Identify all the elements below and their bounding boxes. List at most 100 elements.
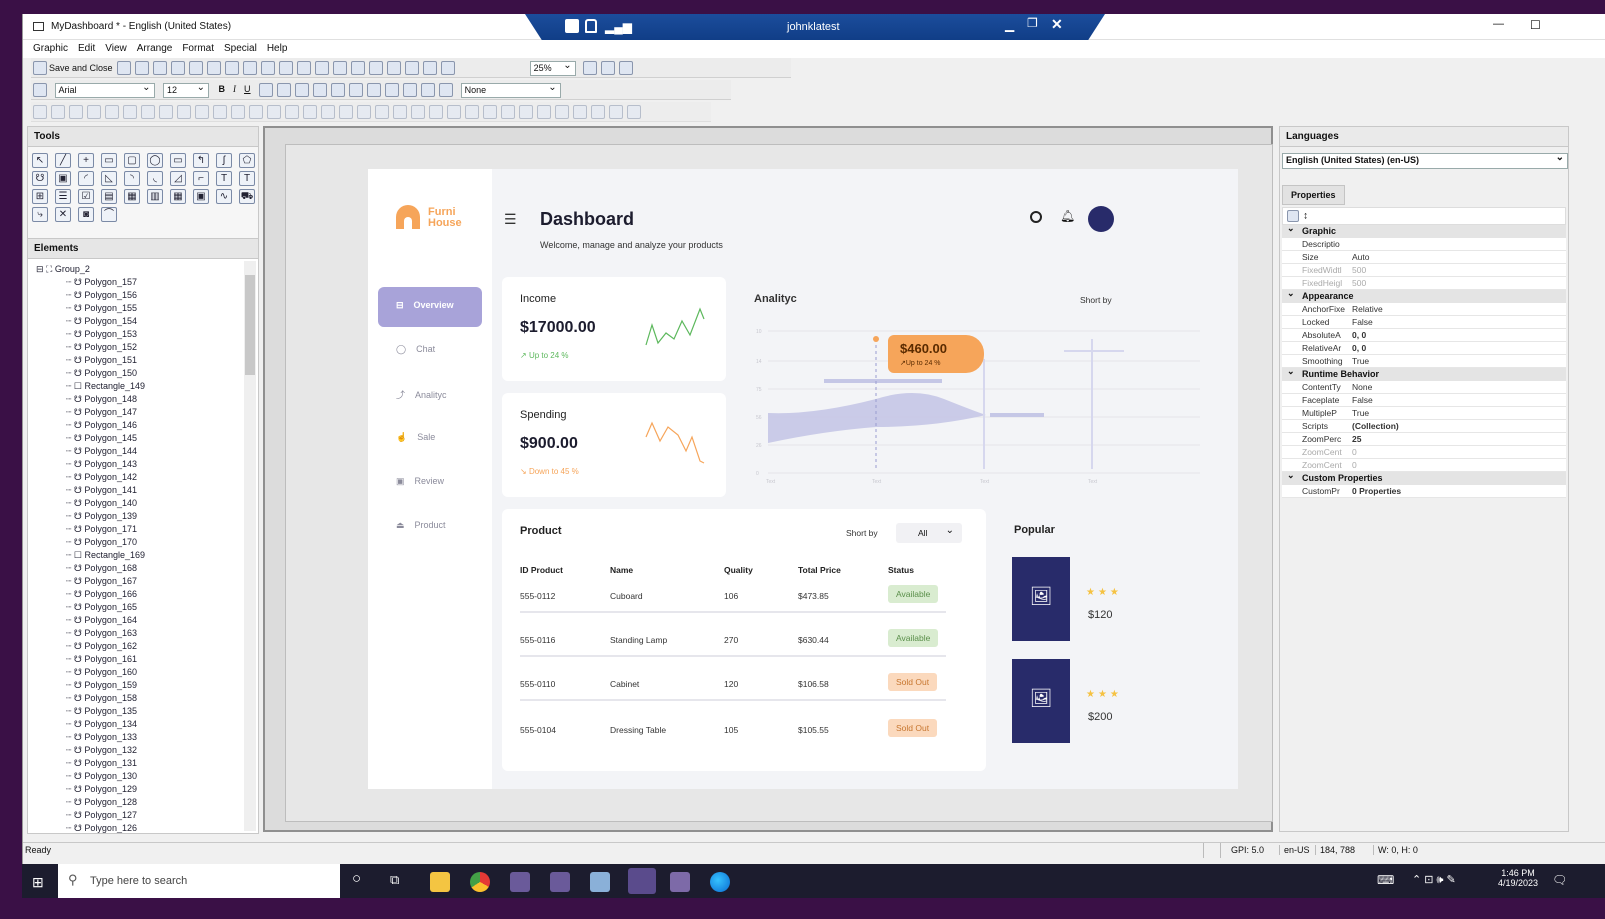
property-row[interactable]: Scripts (Collection) xyxy=(1282,420,1566,433)
categorized-icon[interactable] xyxy=(1287,210,1299,222)
tree-item[interactable]: ┈ ☋ Polygon_141 xyxy=(66,484,258,497)
tree-item[interactable]: ┈ ☋ Polygon_147 xyxy=(66,406,258,419)
file-explorer-icon[interactable] xyxy=(430,872,450,892)
export-icon[interactable] xyxy=(171,61,186,75)
align-icon[interactable] xyxy=(351,61,366,75)
hamburger-icon[interactable]: ☰ xyxy=(504,211,517,228)
analytic-sort[interactable]: Short by xyxy=(1080,295,1112,305)
line-end-icon[interactable] xyxy=(403,83,418,97)
tree-item[interactable]: ┈ ☋ Polygon_139 xyxy=(66,510,258,523)
remote-session-bar[interactable]: ▂▄▆ johnklatest ▁ ❐ ✕ xyxy=(525,14,1105,41)
nav-overview[interactable]: ⊟ Overview xyxy=(378,287,482,327)
tree-item[interactable]: ┈ ☋ Polygon_140 xyxy=(66,497,258,510)
border-icon[interactable] xyxy=(295,83,310,97)
tree-item[interactable]: ┈ ☋ Polygon_170 xyxy=(66,536,258,549)
chrome-icon[interactable] xyxy=(470,872,490,892)
table-row[interactable]: 555-0112 Cuboard 106 $473.85 Available xyxy=(502,585,986,615)
line-color-icon[interactable] xyxy=(313,83,328,97)
property-row[interactable]: ContentTy None xyxy=(1282,381,1566,394)
tree-item[interactable]: ┈ ☋ Polygon_131 xyxy=(66,757,258,770)
menu-special[interactable]: Special xyxy=(224,43,257,54)
property-row[interactable]: ZoomCent 0 xyxy=(1282,446,1566,459)
minimize-button[interactable]: — xyxy=(1493,18,1504,30)
textbox-tool-icon[interactable]: T xyxy=(239,171,255,186)
tree-item[interactable]: ┈ ☋ Polygon_148 xyxy=(66,393,258,406)
tree-item[interactable]: ┈ ☋ Polygon_135 xyxy=(66,705,258,718)
menu-view[interactable]: View xyxy=(105,43,127,54)
italic-button[interactable]: I xyxy=(233,84,236,94)
property-row[interactable]: Locked False xyxy=(1282,316,1566,329)
table-row[interactable]: 555-0104 Dressing Table 105 $105.55 Sold Out xyxy=(502,719,986,749)
property-category[interactable]: Appearance xyxy=(1282,287,1566,303)
menu-format[interactable]: Format xyxy=(182,43,214,54)
sort-alpha-icon[interactable]: ↕ xyxy=(1303,210,1308,221)
property-category[interactable]: Runtime Behavior xyxy=(1282,365,1566,381)
tree-item[interactable]: ┈ ☋ Polygon_152 xyxy=(66,341,258,354)
wand-icon[interactable] xyxy=(439,83,454,97)
tree-item[interactable]: ┈ ☋ Polygon_158 xyxy=(66,692,258,705)
image-tool-icon[interactable]: ▣ xyxy=(55,171,71,186)
rectangle-tool-icon[interactable]: ▭ xyxy=(101,153,117,168)
curve-tool-icon[interactable]: ʃ xyxy=(216,153,232,168)
keyboard-icon[interactable]: ⌨ xyxy=(1377,873,1394,887)
property-row[interactable]: Descriptio xyxy=(1282,238,1566,251)
undo-icon[interactable] xyxy=(207,61,222,75)
maximize-button[interactable]: ☐ xyxy=(1530,18,1541,32)
tree-item[interactable]: ┈ ☋ Polygon_134 xyxy=(66,718,258,731)
tree-item[interactable]: ┈ ☋ Polygon_161 xyxy=(66,653,258,666)
property-row[interactable]: Size Auto xyxy=(1282,251,1566,264)
tree-item[interactable]: ┈ ☋ Polygon_155 xyxy=(66,302,258,315)
tree-item[interactable]: ┈ ☋ Polygon_166 xyxy=(66,588,258,601)
menu-edit[interactable]: Edit xyxy=(78,43,95,54)
font-size-select[interactable]: 12 xyxy=(163,82,210,98)
redo-icon[interactable] xyxy=(225,61,240,75)
display-tool-icon[interactable]: ▤ xyxy=(101,189,117,204)
polyline-tool-icon[interactable]: ↰ xyxy=(193,153,209,168)
app-icon-2[interactable] xyxy=(550,872,570,892)
hand-icon[interactable] xyxy=(601,61,616,75)
tree-item[interactable]: ┈ ☋ Polygon_162 xyxy=(66,640,258,653)
tree-item[interactable]: ┈ ☋ Polygon_165 xyxy=(66,601,258,614)
tree-item[interactable]: ┈ ☋ Polygon_144 xyxy=(66,445,258,458)
tray-icons[interactable]: ⌃ ⊡ 🕪︎ ✎ xyxy=(1412,873,1456,887)
grid-tool-icon[interactable]: ▦ xyxy=(170,189,186,204)
list-tool-icon[interactable]: ☰ xyxy=(55,189,71,204)
tree-item[interactable]: ┈ ☋ Polygon_127 xyxy=(66,809,258,822)
property-category[interactable]: Custom Properties xyxy=(1282,469,1566,485)
delete-icon[interactable] xyxy=(297,61,312,75)
cut-icon[interactable] xyxy=(243,61,258,75)
pin-icon[interactable] xyxy=(565,19,579,33)
app-icon-1[interactable] xyxy=(510,872,530,892)
tree-item[interactable]: ┈ ☋ Polygon_160 xyxy=(66,666,258,679)
popular-item[interactable]: 🖼︎ ★★★ $120 xyxy=(1012,557,1142,643)
rounded-rect-tool-icon[interactable]: ▢ xyxy=(124,153,140,168)
tree-item[interactable]: ┈ ☋ Polygon_133 xyxy=(66,731,258,744)
remote-restore-icon[interactable]: ❐ xyxy=(1027,16,1038,30)
checkbox-tool-icon[interactable]: ☑ xyxy=(78,189,94,204)
menu-arrange[interactable]: Arrange xyxy=(137,43,173,54)
paint-icon[interactable] xyxy=(441,61,456,75)
property-row[interactable]: ZoomCent 0 xyxy=(1282,459,1566,472)
clock[interactable]: 1:46 PM 4/19/2023 xyxy=(1498,868,1538,888)
font-icon[interactable] xyxy=(33,83,47,97)
tree-item[interactable]: ┈ ☋ Polygon_150 xyxy=(66,367,258,380)
line-dash-icon[interactable] xyxy=(385,83,400,97)
grid-icon[interactable] xyxy=(387,61,402,75)
tree-item[interactable]: ┈ ☋ Polygon_154 xyxy=(66,315,258,328)
snap-icon[interactable] xyxy=(405,61,420,75)
cortana-icon[interactable]: ○ xyxy=(352,870,361,887)
record-icon[interactable] xyxy=(153,61,168,75)
tree-item[interactable]: ┈ ☋ Polygon_143 xyxy=(66,458,258,471)
tree-item[interactable]: ┈ ☋ Polygon_163 xyxy=(66,627,258,640)
dashboard-graphic[interactable]: Furni House ⊟ Overview ◯ Chat ⤴ Analityc ☝ Sa… xyxy=(368,169,1238,789)
language-select[interactable]: English (United States) (en-US) xyxy=(1282,152,1568,169)
fit-icon[interactable] xyxy=(583,61,598,75)
shape-tool-icon[interactable]: ◿ xyxy=(170,171,186,186)
save-close-button[interactable]: Save and Close xyxy=(49,63,113,73)
font-family-select[interactable]: Arial xyxy=(54,82,155,98)
tree-item[interactable]: ┈ ☐ Rectangle_149 xyxy=(66,380,258,393)
remote-close-icon[interactable]: ✕ xyxy=(1051,16,1063,33)
popular-item[interactable]: 🖼︎ ★★★ $200 xyxy=(1012,659,1142,745)
zoom-select[interactable]: 25% xyxy=(529,60,576,76)
closed-curve-tool-icon[interactable]: ☋ xyxy=(32,171,48,186)
